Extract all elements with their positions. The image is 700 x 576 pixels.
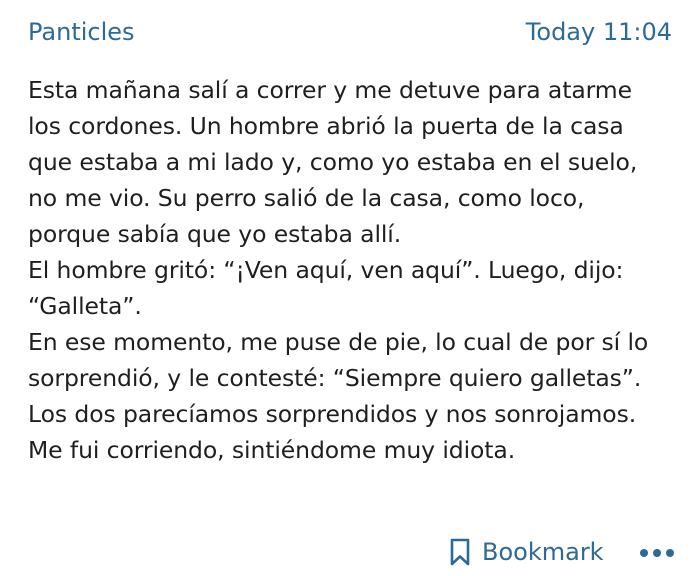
post-line: no me vio. Su perro salió de la casa, co… bbox=[28, 184, 585, 212]
post-header: Panticles Today 11:04 bbox=[28, 14, 672, 50]
post-line: los cordones. Un hombre abrió la puerta … bbox=[28, 112, 624, 140]
author-link[interactable]: Panticles bbox=[28, 20, 135, 44]
bookmark-icon bbox=[446, 537, 474, 567]
post-line: “Galleta”. bbox=[28, 292, 142, 320]
post-line: Esta mañana salí a correr y me detuve pa… bbox=[28, 76, 632, 104]
post-card: Panticles Today 11:04 Esta mañana salí a… bbox=[0, 0, 700, 576]
post-line: Los dos parecíamos sorprendidos y nos so… bbox=[28, 400, 637, 428]
bookmark-button[interactable]: Bookmark bbox=[446, 534, 604, 570]
post-line: porque sabía que yo estaba allí. bbox=[28, 220, 402, 248]
bookmark-label: Bookmark bbox=[482, 538, 604, 566]
post-line: sorprendió, y le contesté: “Siempre quie… bbox=[28, 364, 642, 392]
post-body: Esta mañana salí a correr y me detuve pa… bbox=[28, 72, 688, 468]
more-options-icon bbox=[639, 543, 675, 562]
post-line: El hombre gritó: “¡Ven aquí, ven aquí”. … bbox=[28, 256, 624, 284]
post-line: En ese momento, me puse de pie, lo cual … bbox=[28, 328, 649, 356]
more-options-button[interactable] bbox=[638, 540, 676, 564]
post-line: que estaba a mi lado y, como yo estaba e… bbox=[28, 148, 638, 176]
post-timestamp: Today 11:04 bbox=[525, 18, 672, 46]
post-footer: Bookmark bbox=[0, 532, 700, 572]
post-line: Me fui corriendo, sintiéndome muy idiota… bbox=[28, 436, 516, 464]
